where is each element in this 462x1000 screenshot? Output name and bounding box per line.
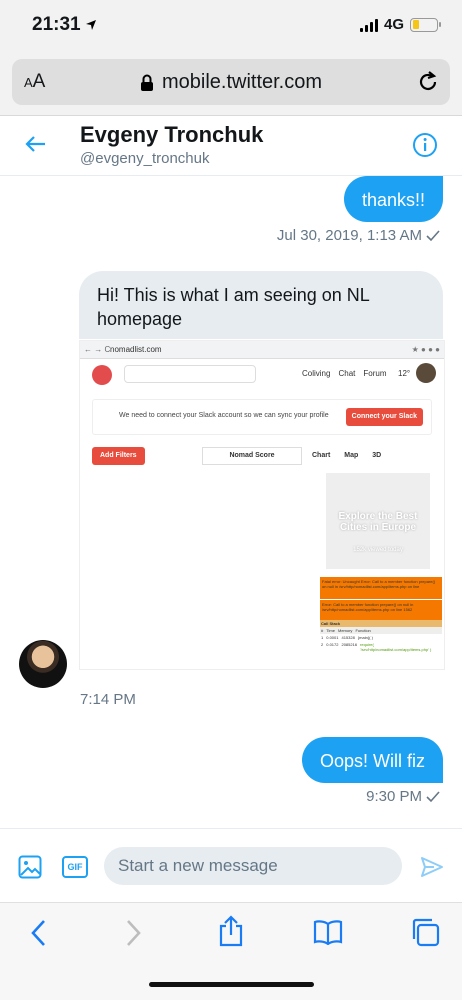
address-bar[interactable]: AA mobile.twitter.com bbox=[12, 59, 450, 105]
home-indicator bbox=[149, 982, 314, 987]
embedded-view-tabs: Chart Map 3D bbox=[312, 452, 382, 459]
message-image[interactable]: ← → C nomadlist.com ★ ● ● ● Coliving Cha… bbox=[79, 340, 445, 670]
embedded-add-filters: Add Filters bbox=[92, 447, 145, 465]
back-arrow-icon[interactable] bbox=[24, 132, 48, 156]
message-timestamp: Jul 30, 2019, 1:13 AM bbox=[277, 227, 440, 244]
embedded-browser-bar: ← → C nomadlist.com ★ ● ● ● bbox=[80, 341, 444, 359]
bookmarks-icon[interactable] bbox=[313, 919, 343, 945]
browser-chrome: AA mobile.twitter.com bbox=[0, 50, 462, 116]
message-timestamp: 9:30 PM bbox=[366, 788, 440, 805]
embedded-error-panel: Fatal error: Uncaught Error: Call to a m… bbox=[320, 577, 442, 669]
nomadlist-logo bbox=[92, 365, 112, 385]
contact-name[interactable]: Evgeny Tronchuk bbox=[80, 122, 263, 148]
message-composer: GIF Start a new message bbox=[0, 828, 462, 902]
signal-icon bbox=[359, 18, 378, 32]
embedded-weather: 12° bbox=[398, 369, 411, 378]
message-input[interactable]: Start a new message bbox=[104, 847, 402, 885]
message-timestamp: 7:14 PM bbox=[80, 691, 136, 708]
embedded-search bbox=[124, 365, 256, 383]
check-icon bbox=[426, 790, 440, 802]
image-icon[interactable] bbox=[18, 855, 42, 879]
embedded-avatar bbox=[416, 363, 436, 383]
slack-banner: We need to connect your Slack account so… bbox=[92, 399, 432, 435]
network-label: 4G bbox=[383, 16, 404, 33]
info-icon[interactable] bbox=[412, 132, 438, 158]
message-bubble-received[interactable]: Hi! This is what I am seeing on NL homep… bbox=[79, 271, 443, 339]
embedded-sort: Nomad Score bbox=[202, 447, 302, 465]
contact-handle: @evgeny_tronchuk bbox=[80, 150, 210, 167]
location-arrow-icon bbox=[85, 20, 96, 30]
share-icon[interactable] bbox=[218, 915, 244, 947]
embedded-nav: Coliving Chat Forum bbox=[302, 369, 387, 378]
send-icon[interactable] bbox=[420, 855, 444, 879]
status-indicators: 4G bbox=[359, 16, 441, 33]
avatar[interactable] bbox=[19, 640, 67, 688]
tabs-icon[interactable] bbox=[410, 917, 440, 947]
status-bar: 21:31 4G bbox=[0, 0, 462, 50]
reload-icon[interactable] bbox=[416, 69, 440, 95]
conversation-header: Evgeny Tronchuk @evgeny_tronchuk bbox=[0, 116, 462, 176]
forward-icon bbox=[127, 920, 141, 946]
url-text: mobile.twitter.com bbox=[161, 71, 323, 93]
lock-icon bbox=[140, 74, 153, 91]
message-bubble-sent[interactable]: Oops! Will fiz bbox=[302, 737, 443, 783]
battery-icon bbox=[410, 17, 441, 32]
embedded-city-card: Explore the Best Cities in Europe 152k v… bbox=[326, 473, 430, 569]
check-icon bbox=[426, 229, 440, 241]
url-display[interactable]: mobile.twitter.com bbox=[12, 71, 450, 94]
gif-button[interactable]: GIF bbox=[62, 856, 88, 878]
message-bubble-sent[interactable]: thanks!! bbox=[344, 176, 443, 222]
status-time: 21:31 bbox=[32, 14, 97, 36]
back-icon[interactable] bbox=[30, 919, 48, 947]
